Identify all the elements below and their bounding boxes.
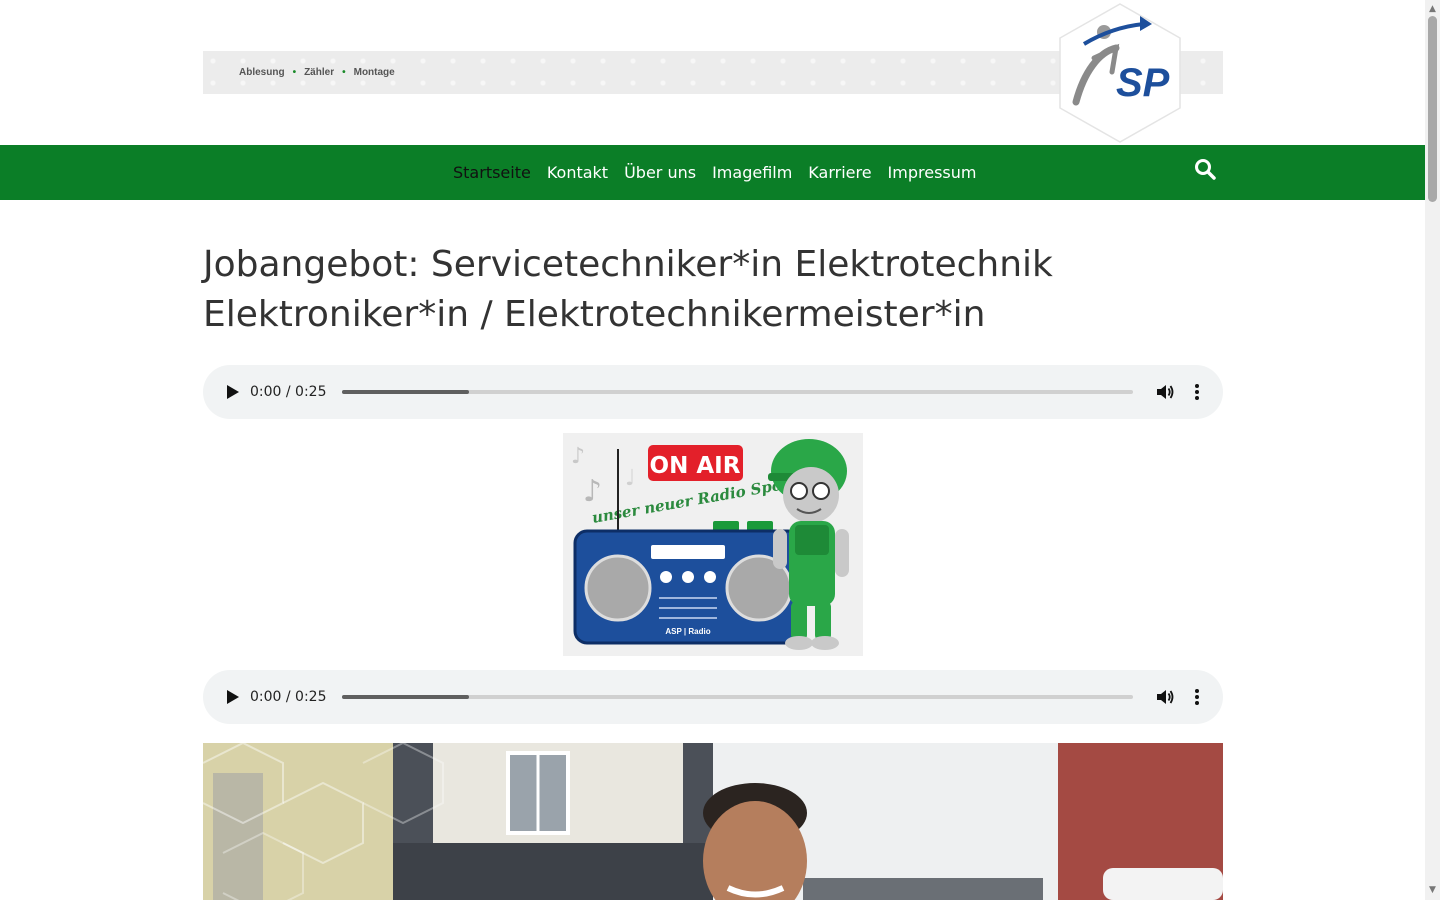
music-note-icon: ♪ bbox=[583, 474, 602, 509]
search-icon[interactable] bbox=[1193, 157, 1217, 181]
nav-item-karriere[interactable]: Karriere bbox=[808, 163, 871, 182]
play-icon[interactable] bbox=[223, 383, 241, 401]
audio-player[interactable]: 0:00 / 0:25 bbox=[203, 670, 1223, 724]
audio-buffered-bar bbox=[342, 695, 469, 699]
more-options-icon[interactable] bbox=[1187, 382, 1207, 402]
music-note-icon: ♩ bbox=[625, 466, 635, 491]
scrollbar-thumb[interactable] bbox=[1428, 16, 1437, 202]
volume-icon[interactable] bbox=[1155, 687, 1175, 707]
top-link-ablesung[interactable]: Ablesung bbox=[239, 67, 285, 78]
play-icon[interactable] bbox=[223, 688, 241, 706]
radio-spot-image: ♪ ♪ ♩ ON AIR unser neuer Radio Spot ASP … bbox=[563, 433, 863, 656]
nav-items: Startseite Kontakt Über uns Imagefilm Ka… bbox=[453, 145, 976, 200]
top-links: Ablesung • Zähler • Montage bbox=[239, 51, 395, 94]
page-title: Jobangebot: Servicetechniker*in Elektrot… bbox=[203, 240, 1223, 340]
page-title-line-2: Elektroniker*in / Elektrotechnikermeiste… bbox=[203, 294, 986, 335]
audio-buffered-bar bbox=[342, 390, 469, 394]
volume-icon[interactable] bbox=[1155, 382, 1175, 402]
music-note-icon: ♪ bbox=[571, 444, 585, 469]
scroll-up-icon[interactable]: ▲ bbox=[1425, 2, 1440, 17]
audio-time: 0:00 / 0:25 bbox=[250, 384, 327, 400]
radio-label: ASP | Radio bbox=[665, 627, 710, 636]
nav-item-imagefilm[interactable]: Imagefilm bbox=[712, 163, 792, 182]
more-options-icon[interactable] bbox=[1187, 687, 1207, 707]
on-air-text: ON AIR bbox=[650, 453, 741, 479]
nav-item-kontakt[interactable]: Kontakt bbox=[547, 163, 608, 182]
top-link-montage[interactable]: Montage bbox=[354, 67, 395, 78]
top-link-zaehler[interactable]: Zähler bbox=[304, 67, 334, 78]
nav-item-ueber-uns[interactable]: Über uns bbox=[624, 163, 696, 182]
audio-progress-track[interactable] bbox=[342, 390, 1133, 394]
nav-item-impressum[interactable]: Impressum bbox=[888, 163, 977, 182]
asp-logo-icon[interactable]: SP bbox=[1054, 2, 1186, 144]
separator-dot: • bbox=[342, 67, 346, 78]
separator-dot: • bbox=[292, 67, 297, 78]
nav-item-startseite[interactable]: Startseite bbox=[453, 163, 531, 182]
page-title-line-1: Jobangebot: Servicetechniker*in Elektrot… bbox=[203, 244, 1053, 285]
scroll-down-icon[interactable]: ▼ bbox=[1425, 883, 1440, 898]
page: Ablesung • Zähler • Montage SP Startseit… bbox=[0, 0, 1425, 900]
employee-photo bbox=[203, 743, 1223, 900]
logo-text: SP bbox=[1116, 61, 1170, 105]
audio-progress-track[interactable] bbox=[342, 695, 1133, 699]
audio-player[interactable]: 0:00 / 0:25 bbox=[203, 365, 1223, 419]
page-scrollbar[interactable]: ▲ ▼ bbox=[1425, 0, 1440, 900]
audio-time: 0:00 / 0:25 bbox=[250, 689, 327, 705]
